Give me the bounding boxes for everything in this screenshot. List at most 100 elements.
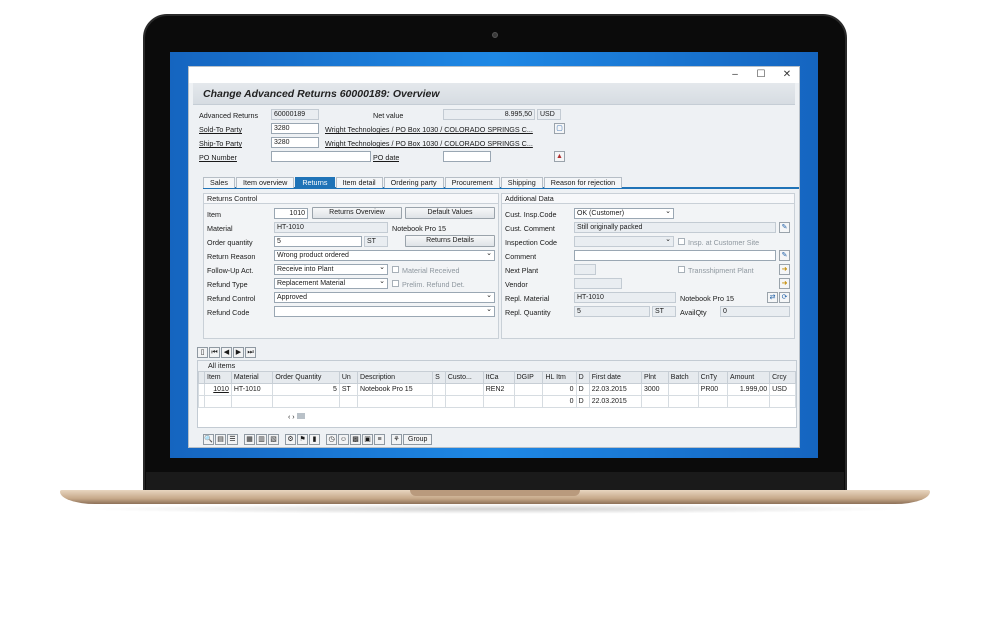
- insp-customer-site-checkbox[interactable]: [678, 238, 685, 245]
- chart-icon[interactable]: ▲: [554, 151, 565, 162]
- table-cell[interactable]: [727, 395, 771, 408]
- column-header[interactable]: Crcy: [769, 371, 796, 384]
- tab-reason-for-rejection[interactable]: Reason for rejection: [543, 177, 623, 188]
- table-cell[interactable]: 3000: [640, 383, 669, 396]
- zoom-icon[interactable]: 🔍: [203, 433, 214, 445]
- refund-code-select[interactable]: [274, 306, 495, 317]
- table-cell[interactable]: [357, 395, 434, 408]
- tab-procurement[interactable]: Procurement: [444, 177, 500, 188]
- inspection-code-select[interactable]: [574, 236, 674, 247]
- deselect-all-icon[interactable]: ▥: [256, 433, 267, 445]
- scroll-right-icon[interactable]: ›: [292, 414, 294, 421]
- table-cell[interactable]: [697, 395, 729, 408]
- scroll-thumb[interactable]: [296, 413, 305, 419]
- edit-icon[interactable]: ✎: [779, 222, 790, 233]
- table-cell[interactable]: 5: [272, 383, 340, 396]
- tab-item-overview[interactable]: Item overview: [235, 177, 295, 188]
- table-cell[interactable]: [667, 395, 699, 408]
- column-header[interactable]: Material: [230, 371, 274, 384]
- table-cell[interactable]: [272, 395, 340, 408]
- item-detail-icon[interactable]: ▤: [215, 433, 226, 445]
- replace-icon[interactable]: ⇄: [767, 292, 778, 303]
- table-cell[interactable]: 0: [542, 383, 577, 396]
- chart-bars-icon[interactable]: ▮: [309, 433, 320, 445]
- column-header[interactable]: ItCa: [482, 371, 515, 384]
- order-quantity-field[interactable]: 5: [274, 236, 362, 247]
- users-icon[interactable]: ☺: [338, 433, 349, 445]
- arrow-right-icon[interactable]: ➜: [779, 264, 790, 275]
- table-cell[interactable]: REN2: [482, 383, 515, 396]
- cust-insp-code-select[interactable]: OK (Customer): [574, 208, 674, 219]
- tab-sales[interactable]: Sales: [203, 177, 235, 188]
- next-page-icon[interactable]: ▶: [233, 347, 244, 358]
- column-header[interactable]: HL Itm: [542, 371, 577, 384]
- refund-type-select[interactable]: Replacement Material: [274, 278, 388, 289]
- table-cell[interactable]: [432, 383, 446, 396]
- column-header[interactable]: First date: [588, 371, 642, 384]
- item-field[interactable]: 1010: [274, 208, 308, 219]
- table-cell[interactable]: PR00: [697, 383, 729, 396]
- column-header[interactable]: Item: [204, 371, 232, 384]
- sort-icon[interactable]: ≡: [374, 433, 385, 445]
- first-page-icon[interactable]: ⏮: [209, 347, 220, 358]
- table-cell[interactable]: [444, 395, 484, 408]
- table-cell[interactable]: [204, 395, 232, 408]
- ship-to-label[interactable]: Ship-To Party: [199, 139, 242, 148]
- table-cell[interactable]: 0: [542, 395, 577, 408]
- filter-icon[interactable]: ⚑: [297, 433, 308, 445]
- table-cell[interactable]: 1.999,00: [727, 383, 771, 396]
- maximize-button[interactable]: ☐: [755, 69, 767, 80]
- table-cell[interactable]: [444, 383, 484, 396]
- table-cell[interactable]: 1010: [204, 383, 232, 396]
- group-icon[interactable]: ⚘: [391, 433, 402, 445]
- default-values-button[interactable]: Default Values: [405, 207, 495, 219]
- group-button[interactable]: Group: [403, 433, 433, 445]
- table-cell[interactable]: [338, 395, 359, 408]
- block-icon[interactable]: ▧: [268, 433, 279, 445]
- table-cell[interactable]: [230, 395, 274, 408]
- minimize-button[interactable]: –: [729, 69, 741, 80]
- tab-item-detail[interactable]: Item detail: [335, 177, 383, 188]
- return-reason-select[interactable]: Wrong product ordered: [274, 250, 495, 261]
- refund-control-select[interactable]: Approved: [274, 292, 495, 303]
- table-cell[interactable]: [432, 395, 446, 408]
- table-cell[interactable]: [640, 395, 669, 408]
- table-cell[interactable]: USD: [769, 383, 796, 396]
- column-header[interactable]: Amount: [727, 371, 771, 384]
- table-row[interactable]: 0 D 22.03.2015: [198, 395, 796, 408]
- table-cell[interactable]: 22.03.2015: [588, 395, 642, 408]
- comment-field[interactable]: [574, 250, 776, 261]
- select-all-icon[interactable]: ▦: [244, 433, 255, 445]
- comment-edit-icon[interactable]: ✎: [779, 250, 790, 261]
- column-header[interactable]: D: [575, 371, 590, 384]
- refresh-icon[interactable]: ⟳: [779, 292, 790, 303]
- page-icon[interactable]: ▯: [197, 347, 208, 358]
- table-cell[interactable]: ST: [338, 383, 359, 396]
- table-cell[interactable]: D: [575, 383, 590, 396]
- last-page-icon[interactable]: ⏭: [245, 347, 256, 358]
- table-row[interactable]: 1010 HT-1010 5 ST Notebook Pro 15 REN2 0…: [198, 383, 796, 396]
- table-cell[interactable]: Notebook Pro 15: [357, 383, 434, 396]
- returns-overview-button[interactable]: Returns Overview: [312, 207, 402, 219]
- table-cell[interactable]: HT-1010: [230, 383, 274, 396]
- returns-details-button[interactable]: Returns Details: [405, 235, 495, 247]
- ship-to-field[interactable]: 3280: [271, 137, 319, 148]
- configure-icon[interactable]: ⚙: [285, 433, 296, 445]
- table-cell[interactable]: 22.03.2015: [588, 383, 642, 396]
- follow-up-select[interactable]: Receive into Plant: [274, 264, 388, 275]
- close-button[interactable]: ✕: [781, 69, 793, 80]
- sold-to-label[interactable]: Sold-To Party: [199, 125, 242, 134]
- clock-icon[interactable]: ◷: [326, 433, 337, 445]
- column-header[interactable]: Batch: [667, 371, 699, 384]
- po-date-field[interactable]: [443, 151, 491, 162]
- vendor-arrow-icon[interactable]: ➜: [779, 278, 790, 289]
- scroll-left-icon[interactable]: ‹: [288, 414, 290, 421]
- column-header[interactable]: DGIP: [513, 371, 544, 384]
- ship-to-desc[interactable]: Wright Technologies / PO Box 1030 / COLO…: [325, 139, 545, 148]
- list-icon[interactable]: ☰: [227, 433, 238, 445]
- sold-to-field[interactable]: 3280: [271, 123, 319, 134]
- table-cell[interactable]: [769, 395, 796, 408]
- po-number-field[interactable]: [271, 151, 371, 162]
- tab-returns[interactable]: Returns: [295, 177, 335, 188]
- column-header[interactable]: CnTy: [697, 371, 729, 384]
